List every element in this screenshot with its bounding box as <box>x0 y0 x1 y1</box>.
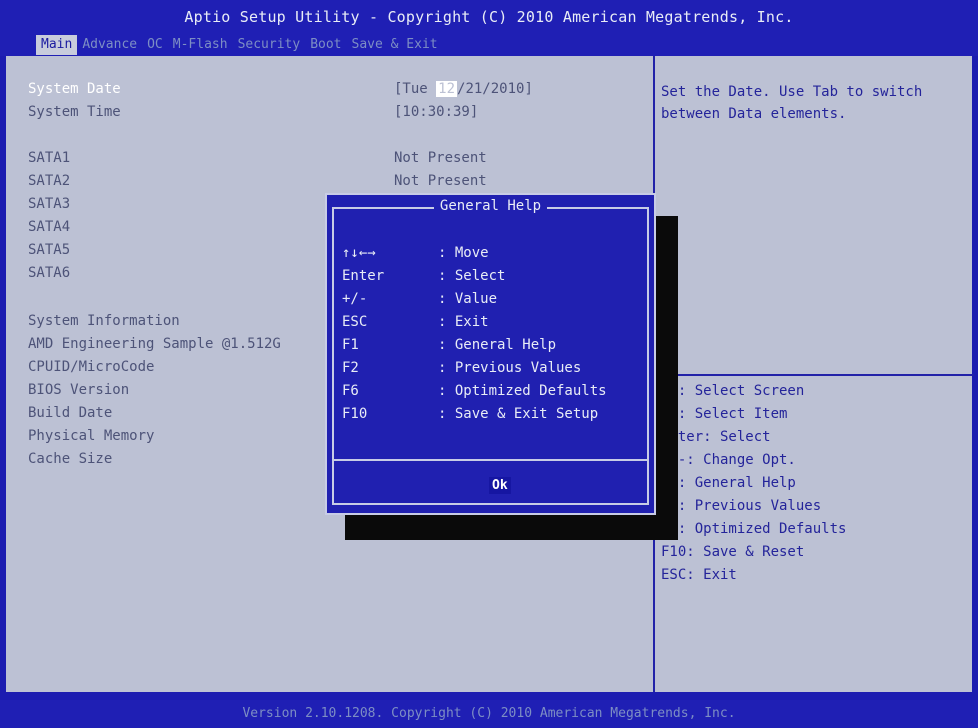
ok-button[interactable]: Ok <box>489 477 511 494</box>
help-action-move: : Move <box>438 245 489 261</box>
tab-boot[interactable]: Boot <box>305 35 346 55</box>
system-date-prefix: [Tue <box>394 81 437 97</box>
sata4-label: SATA4 <box>28 219 71 235</box>
dialog-separator <box>334 459 647 461</box>
footer-version: Version 2.10.1208. Copyright (C) 2010 Am… <box>0 700 978 728</box>
physical-memory-label: Physical Memory <box>28 428 155 444</box>
key-legend-change-opt: +/-: Change Opt. <box>661 452 796 468</box>
help-key-plus-minus: +/- <box>342 291 368 307</box>
tab-bar: Main Advance OC M-Flash Security Boot Sa… <box>36 35 443 55</box>
sata6-label: SATA6 <box>28 265 71 281</box>
key-legend-select-item: ↑↓: Select Item <box>661 406 788 422</box>
cpu-name: AMD Engineering Sample @1.512G <box>28 336 281 352</box>
help-key-f1: F1 <box>342 337 359 353</box>
help-row-f6: F6 : Optimized Defaults <box>342 383 607 399</box>
key-legend-select-screen: →←: Select Screen <box>661 383 805 399</box>
arrow-keys-icon: ↑↓←→ <box>342 245 376 261</box>
tab-save-exit[interactable]: Save & Exit <box>347 35 443 55</box>
dialog-title-text: General Help <box>433 198 548 214</box>
general-help-dialog: General Help ↑↓←→ : Move Enter : Select +/… <box>325 193 656 515</box>
help-action-save-exit: : Save & Exit Setup <box>438 406 599 422</box>
sata5-label: SATA5 <box>28 242 71 258</box>
help-pane: Set the Date. Use Tab to switch between … <box>653 56 974 692</box>
key-legend-previous-values: F2: Previous Values <box>661 498 822 514</box>
help-action-general-help: : General Help <box>438 337 557 353</box>
help-action-exit: : Exit <box>438 314 489 330</box>
dialog-frame: General Help ↑↓←→ : Move Enter : Select +/… <box>332 198 649 505</box>
system-information-heading: System Information <box>28 313 180 329</box>
help-key-f2: F2 <box>342 360 359 376</box>
system-time-label[interactable]: System Time <box>28 104 121 120</box>
tab-oc[interactable]: OC <box>142 35 168 55</box>
system-date-value[interactable]: [Tue 12/21/2010] <box>394 81 533 97</box>
help-key-f6: F6 <box>342 383 359 399</box>
help-row-enter: Enter : Select <box>342 268 505 284</box>
help-row-value: +/- : Value <box>342 291 497 307</box>
help-row-esc: ESC : Exit <box>342 314 489 330</box>
key-legend-general-help: F1: General Help <box>661 475 796 491</box>
help-action-value: : Value <box>438 291 498 307</box>
title-bar: Aptio Setup Utility - Copyright (C) 2010… <box>0 0 978 56</box>
sata2-value: Not Present <box>394 173 487 189</box>
key-legend-select: Enter: Select <box>661 429 771 445</box>
window-title: Aptio Setup Utility - Copyright (C) 2010… <box>184 8 794 26</box>
help-row-f10: F10 : Save & Exit Setup <box>342 406 598 422</box>
cpuid-microcode-label: CPUID/MicroCode <box>28 359 155 375</box>
system-date-suffix: /21/2010] <box>457 81 533 97</box>
tab-security[interactable]: Security <box>233 35 306 55</box>
help-key-enter: Enter <box>342 268 385 284</box>
item-help-text: Set the Date. Use Tab to switch between … <box>661 84 923 122</box>
system-time-value[interactable]: [10:30:39] <box>394 104 478 120</box>
key-legend-save-reset: F10: Save & Reset <box>661 544 805 560</box>
tab-m-flash[interactable]: M-Flash <box>168 35 233 55</box>
tab-advance[interactable]: Advance <box>77 35 142 55</box>
tab-main[interactable]: Main <box>36 35 78 55</box>
bios-version-label: BIOS Version <box>28 382 130 398</box>
help-key-esc: ESC <box>342 314 368 330</box>
key-legend: →←: Select Screen ↑↓: Select Item Enter:… <box>661 380 846 587</box>
system-date-selected-field[interactable]: 12 <box>436 81 458 97</box>
build-date-label: Build Date <box>28 405 113 421</box>
sata1-value: Not Present <box>394 150 487 166</box>
help-row-f1: F1 : General Help <box>342 337 556 353</box>
system-date-label[interactable]: System Date <box>28 81 121 97</box>
help-row-move: ↑↓←→ : Move <box>342 245 489 261</box>
help-divider <box>655 374 974 376</box>
help-action-select: : Select <box>438 268 506 284</box>
key-legend-optimized-defaults: F6: Optimized Defaults <box>661 521 847 537</box>
sata2-label: SATA2 <box>28 173 71 189</box>
help-action-optimized-defaults: : Optimized Defaults <box>438 383 607 399</box>
help-key-f10: F10 <box>342 406 368 422</box>
cache-size-label: Cache Size <box>28 451 113 467</box>
sata1-label: SATA1 <box>28 150 71 166</box>
help-action-previous-values: : Previous Values <box>438 360 582 376</box>
key-legend-exit: ESC: Exit <box>661 567 737 583</box>
dialog-title: General Help <box>334 198 647 214</box>
sata3-label: SATA3 <box>28 196 71 212</box>
help-row-f2: F2 : Previous Values <box>342 360 581 376</box>
